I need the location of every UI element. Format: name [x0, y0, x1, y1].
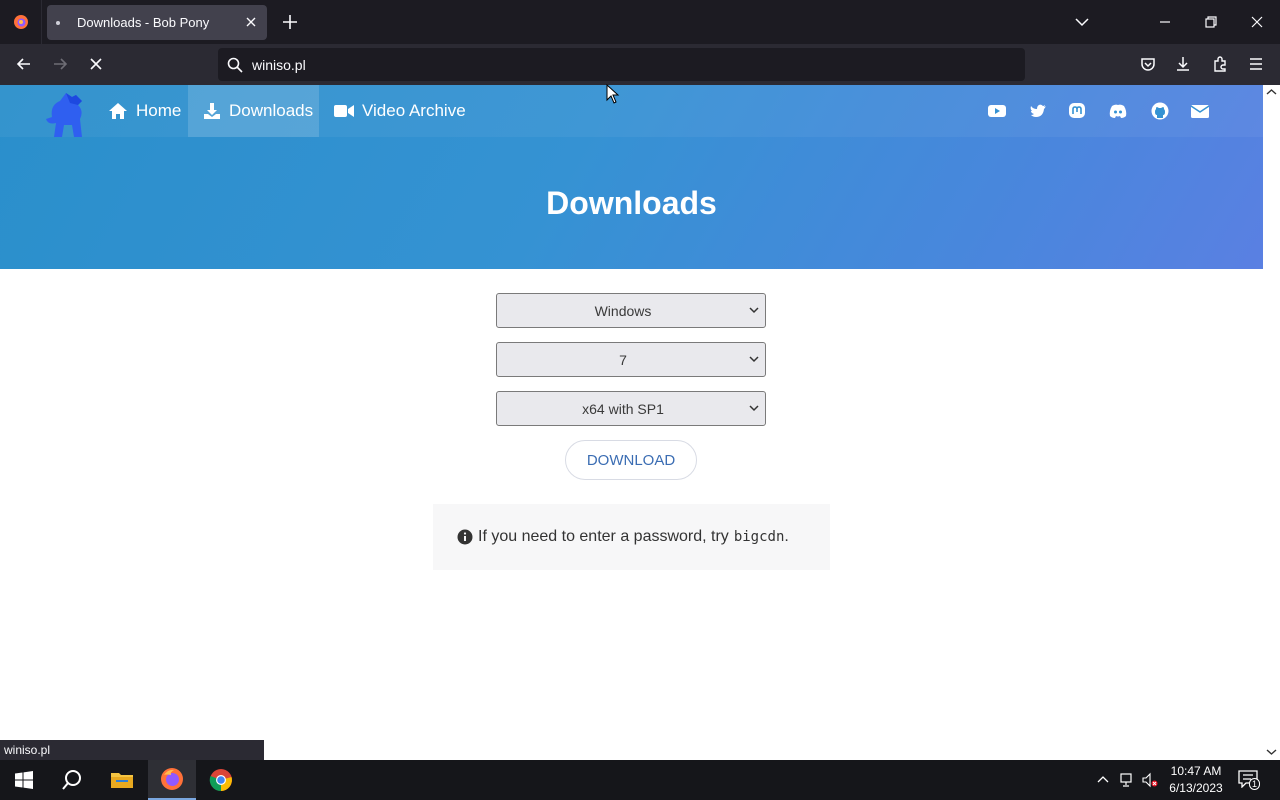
password-note-suffix: . — [784, 528, 789, 545]
os-select-value: Windows — [594, 303, 652, 319]
close-window-icon[interactable] — [1247, 12, 1267, 32]
password-note: If you need to enter a password, try big… — [433, 504, 830, 570]
page-header: Home Downloads Video Archive Downloads — [0, 85, 1263, 269]
stop-loading-icon[interactable] — [86, 54, 106, 74]
email-icon[interactable] — [1190, 101, 1210, 121]
info-icon — [457, 529, 473, 545]
scroll-up-icon[interactable] — [1266, 88, 1277, 96]
search-icon — [227, 57, 243, 73]
start-button[interactable] — [0, 760, 48, 800]
home-icon — [109, 103, 127, 119]
restore-icon[interactable] — [1201, 12, 1221, 32]
nav-downloads[interactable]: Downloads — [188, 85, 319, 137]
chrome-taskbar-button[interactable] — [197, 760, 245, 800]
list-all-tabs-icon[interactable] — [1072, 12, 1092, 32]
mouse-cursor-icon — [606, 84, 620, 104]
browser-tab[interactable]: Downloads - Bob Pony — [47, 5, 267, 40]
hamburger-menu-icon[interactable] — [1246, 54, 1266, 74]
new-tab-icon[interactable] — [280, 12, 300, 32]
mastodon-icon[interactable] — [1067, 101, 1087, 121]
edition-select-value: x64 with SP1 — [582, 401, 664, 417]
extensions-icon[interactable] — [1210, 54, 1230, 74]
status-bar: winiso.pl — [0, 740, 264, 760]
firefox-icon — [161, 768, 183, 790]
windows-logo-icon — [15, 771, 33, 789]
nav-home[interactable]: Home — [98, 85, 191, 137]
nav-video-archive-label: Video Archive — [362, 101, 466, 120]
file-explorer-button[interactable] — [98, 760, 146, 800]
version-select[interactable]: 7 — [496, 342, 766, 377]
site-navbar: Home Downloads Video Archive — [0, 85, 1263, 137]
twitter-icon[interactable] — [1028, 101, 1048, 121]
nav-video-archive[interactable]: Video Archive — [334, 85, 466, 137]
password-code: bigcdn — [733, 529, 785, 545]
tab-close-icon[interactable] — [243, 14, 259, 30]
clock-date: 6/13/2023 — [1169, 781, 1223, 795]
version-select-value: 7 — [619, 352, 627, 368]
bob-pony-logo[interactable] — [42, 87, 92, 137]
password-note-text: If you need to enter a password, try — [478, 528, 729, 545]
url-text: winiso.pl — [252, 57, 306, 73]
notification-count: 1 — [1249, 778, 1261, 790]
firefox-icon — [13, 15, 28, 29]
chrome-icon — [209, 769, 232, 792]
network-icon[interactable] — [1119, 772, 1135, 788]
video-camera-icon — [334, 105, 354, 117]
notification-center-button[interactable]: 1 — [1238, 770, 1261, 790]
os-select[interactable]: Windows — [496, 293, 766, 328]
browser-tab-bar: Downloads - Bob Pony — [0, 0, 1280, 44]
windows-taskbar: 10:47 AM 6/13/2023 1 — [0, 760, 1280, 800]
download-button[interactable]: DOWNLOAD — [565, 440, 697, 480]
page-title: Downloads — [546, 185, 717, 221]
chevron-up-icon[interactable] — [1095, 772, 1111, 788]
address-bar[interactable]: winiso.pl — [218, 48, 1025, 81]
clock-time: 10:47 AM — [1170, 764, 1222, 778]
forward-icon[interactable] — [50, 54, 70, 74]
scroll-down-icon[interactable] — [1266, 748, 1277, 756]
nav-downloads-label: Downloads — [229, 101, 314, 120]
tab-title: Downloads - Bob Pony — [77, 15, 210, 30]
web-page: Home Downloads Video Archive Downloads W… — [0, 85, 1263, 760]
pocket-icon[interactable] — [1138, 54, 1158, 74]
chevron-down-icon — [749, 405, 759, 412]
search-icon — [62, 770, 81, 790]
youtube-icon[interactable] — [987, 101, 1007, 121]
system-clock[interactable]: 10:47 AM 6/13/2023 — [1160, 763, 1232, 797]
tab-loading-icon — [56, 21, 60, 25]
download-icon — [204, 103, 220, 119]
discord-icon[interactable] — [1108, 101, 1128, 121]
back-icon[interactable] — [14, 54, 34, 74]
chevron-down-icon — [749, 356, 759, 363]
firefox-view-button[interactable] — [0, 0, 42, 44]
browser-toolbar: winiso.pl — [0, 44, 1280, 85]
nav-home-label: Home — [136, 101, 182, 120]
folder-icon — [111, 773, 133, 788]
edition-select[interactable]: x64 with SP1 — [496, 391, 766, 426]
search-button[interactable] — [48, 760, 96, 800]
chevron-down-icon — [749, 307, 759, 314]
volume-muted-icon[interactable] — [1142, 772, 1158, 788]
page-scrollbar[interactable] — [1263, 85, 1280, 760]
downloads-icon[interactable] — [1173, 54, 1193, 74]
firefox-taskbar-button[interactable] — [148, 760, 196, 800]
minimize-icon[interactable] — [1155, 12, 1175, 32]
github-icon[interactable] — [1150, 101, 1170, 121]
